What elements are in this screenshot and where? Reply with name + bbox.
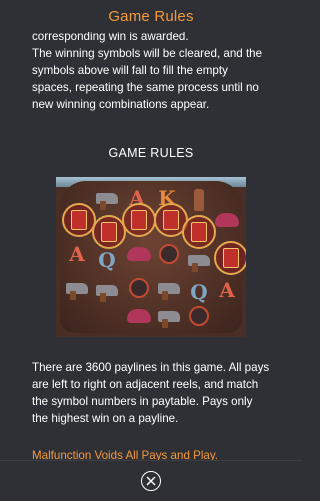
hat-icon bbox=[214, 207, 240, 233]
section-heading: GAME RULES bbox=[108, 146, 194, 160]
symbol-letter: A bbox=[219, 278, 235, 302]
footer-bar bbox=[0, 460, 302, 501]
coin-icon bbox=[214, 241, 246, 275]
page-title: Game Rules bbox=[108, 7, 194, 25]
header-bar: Game Rules bbox=[0, 0, 302, 32]
coin-icon bbox=[182, 215, 216, 249]
reel-screenshot: A K A Q Q A bbox=[56, 177, 246, 337]
revolver-icon bbox=[156, 303, 182, 329]
close-icon bbox=[146, 476, 156, 486]
revolver-icon bbox=[186, 247, 212, 273]
revolver-icon bbox=[94, 185, 120, 211]
rules-paragraph-1: corresponding win is awarded. bbox=[32, 32, 189, 43]
rules-paragraph-2: The winning symbols will be cleared, and… bbox=[32, 47, 263, 111]
revolver-icon bbox=[64, 275, 90, 301]
hat-icon bbox=[126, 303, 152, 329]
bomb-icon bbox=[126, 275, 152, 301]
bomb-icon bbox=[156, 241, 182, 267]
revolver-icon bbox=[94, 277, 120, 303]
hat-icon bbox=[126, 241, 152, 267]
symbol-grid: A K A Q Q A bbox=[62, 185, 246, 329]
bomb-icon bbox=[186, 303, 212, 329]
rules-content[interactable]: corresponding win is awarded. The winnin… bbox=[0, 32, 302, 460]
coin-icon bbox=[92, 215, 126, 249]
symbol-letter: Q bbox=[98, 248, 116, 272]
symbol-letter: A bbox=[69, 242, 85, 266]
coin-icon bbox=[62, 203, 96, 237]
symbol-letter: Q bbox=[190, 280, 208, 304]
malfunction-notice: Malfunction Voids All Pays and Play. bbox=[32, 449, 219, 460]
bottle-icon bbox=[186, 187, 212, 213]
coin-icon bbox=[122, 203, 156, 237]
close-button[interactable] bbox=[141, 471, 161, 491]
revolver-icon bbox=[156, 275, 182, 301]
paylines-paragraph: There are 3600 paylines in this game. Al… bbox=[32, 361, 270, 425]
